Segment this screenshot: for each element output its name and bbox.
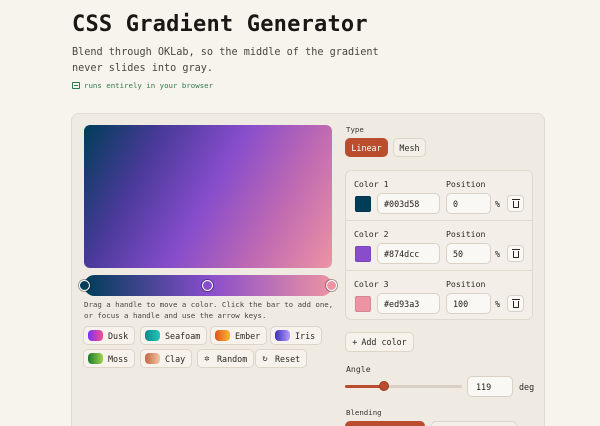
gradient-preview (84, 125, 332, 268)
stop-handle-2[interactable] (202, 280, 213, 291)
position-input[interactable]: 100 (446, 293, 491, 314)
preset-swatch (88, 330, 103, 341)
angle-label: Angle (346, 364, 371, 374)
color-stop-label: Color 3 (354, 279, 389, 289)
color-stop-label: Color 2 (354, 229, 389, 239)
trash-icon (511, 299, 520, 308)
plus-icon: + (352, 337, 358, 347)
type-mesh-button[interactable]: Mesh (393, 138, 426, 157)
color-swatch[interactable] (355, 296, 371, 312)
percent-unit: % (495, 299, 501, 309)
angle-input[interactable]: 119 (467, 376, 513, 397)
color-swatch[interactable] (355, 196, 371, 212)
trash-icon (511, 249, 520, 258)
preset-iris-button[interactable]: Iris (270, 326, 323, 345)
preset-swatch (88, 353, 103, 364)
reset-label: Reset (275, 353, 301, 364)
blending-label: Blending (346, 408, 382, 417)
angle-slider-fill (345, 385, 384, 388)
preset-label: Seafoam (165, 330, 201, 341)
add-color-label: Add color (361, 337, 407, 347)
preset-swatch (215, 330, 230, 341)
privacy-note-text: runs entirely in your browser (84, 81, 214, 90)
preset-swatch (275, 330, 290, 341)
blending-option-1[interactable] (345, 421, 425, 426)
hex-input[interactable]: #003d58 (377, 193, 440, 214)
privacy-note: runs entirely in your browser (72, 81, 213, 90)
percent-unit: % (495, 199, 501, 209)
browser-icon (72, 82, 80, 89)
color-stop-row: Color 1 Position #003d58 0 % (346, 171, 532, 221)
blending-option-2[interactable] (431, 421, 517, 426)
reset-button[interactable]: ↻ Reset (255, 349, 308, 368)
preset-label: Moss (108, 353, 129, 364)
angle-unit: deg (519, 382, 535, 392)
add-color-button[interactable]: + Add color (345, 332, 414, 352)
delete-stop-button[interactable] (507, 245, 524, 262)
preset-dusk-button[interactable]: Dusk (83, 326, 136, 345)
position-label: Position (446, 229, 486, 239)
position-input[interactable]: 50 (446, 243, 491, 264)
color-stop-label: Color 1 (354, 179, 389, 189)
page-subtitle: Blend through OKLab, so the middle of th… (72, 47, 379, 74)
delete-stop-button[interactable] (507, 295, 524, 312)
position-label: Position (446, 279, 486, 289)
position-label: Position (446, 179, 486, 189)
preset-label: Dusk (108, 330, 129, 341)
trash-icon (511, 199, 520, 208)
page-title: CSS Gradient Generator (72, 12, 368, 37)
hex-input[interactable]: #ed93a3 (377, 293, 440, 314)
hex-input[interactable]: #874dcc (377, 243, 440, 264)
preset-swatch (145, 353, 160, 364)
preset-label: Clay (165, 353, 186, 364)
preset-label: Iris (295, 330, 316, 341)
delete-stop-button[interactable] (507, 195, 524, 212)
preset-moss-button[interactable]: Moss (83, 349, 136, 368)
color-stop-list: Color 1 Position #003d58 0 % Color 2 Pos… (345, 170, 533, 320)
stop-handle-3[interactable] (326, 280, 337, 291)
preset-seafoam-button[interactable]: Seafoam (140, 326, 208, 345)
random-button[interactable]: ✲ Random (197, 349, 255, 368)
color-stop-row: Color 2 Position #874dcc 50 % (346, 221, 532, 271)
angle-slider-thumb[interactable] (378, 381, 389, 391)
preset-clay-button[interactable]: Clay (140, 349, 193, 368)
reset-icon: ↻ (262, 353, 268, 364)
stop-bar-hint: Drag a handle to move a color. Click the… (84, 300, 334, 320)
position-input[interactable]: 0 (446, 193, 491, 214)
preset-label: Ember (235, 330, 261, 341)
random-label: Random (217, 353, 248, 364)
preset-swatch (145, 330, 160, 341)
stop-handle-1[interactable] (79, 280, 90, 291)
type-label: Type (346, 125, 364, 134)
color-swatch[interactable] (355, 246, 371, 262)
sparkle-icon: ✲ (204, 353, 210, 364)
type-linear-button[interactable]: Linear (345, 138, 388, 157)
preset-ember-button[interactable]: Ember (210, 326, 268, 345)
percent-unit: % (495, 249, 501, 259)
color-stop-row: Color 3 Position #ed93a3 100 % (346, 271, 532, 321)
